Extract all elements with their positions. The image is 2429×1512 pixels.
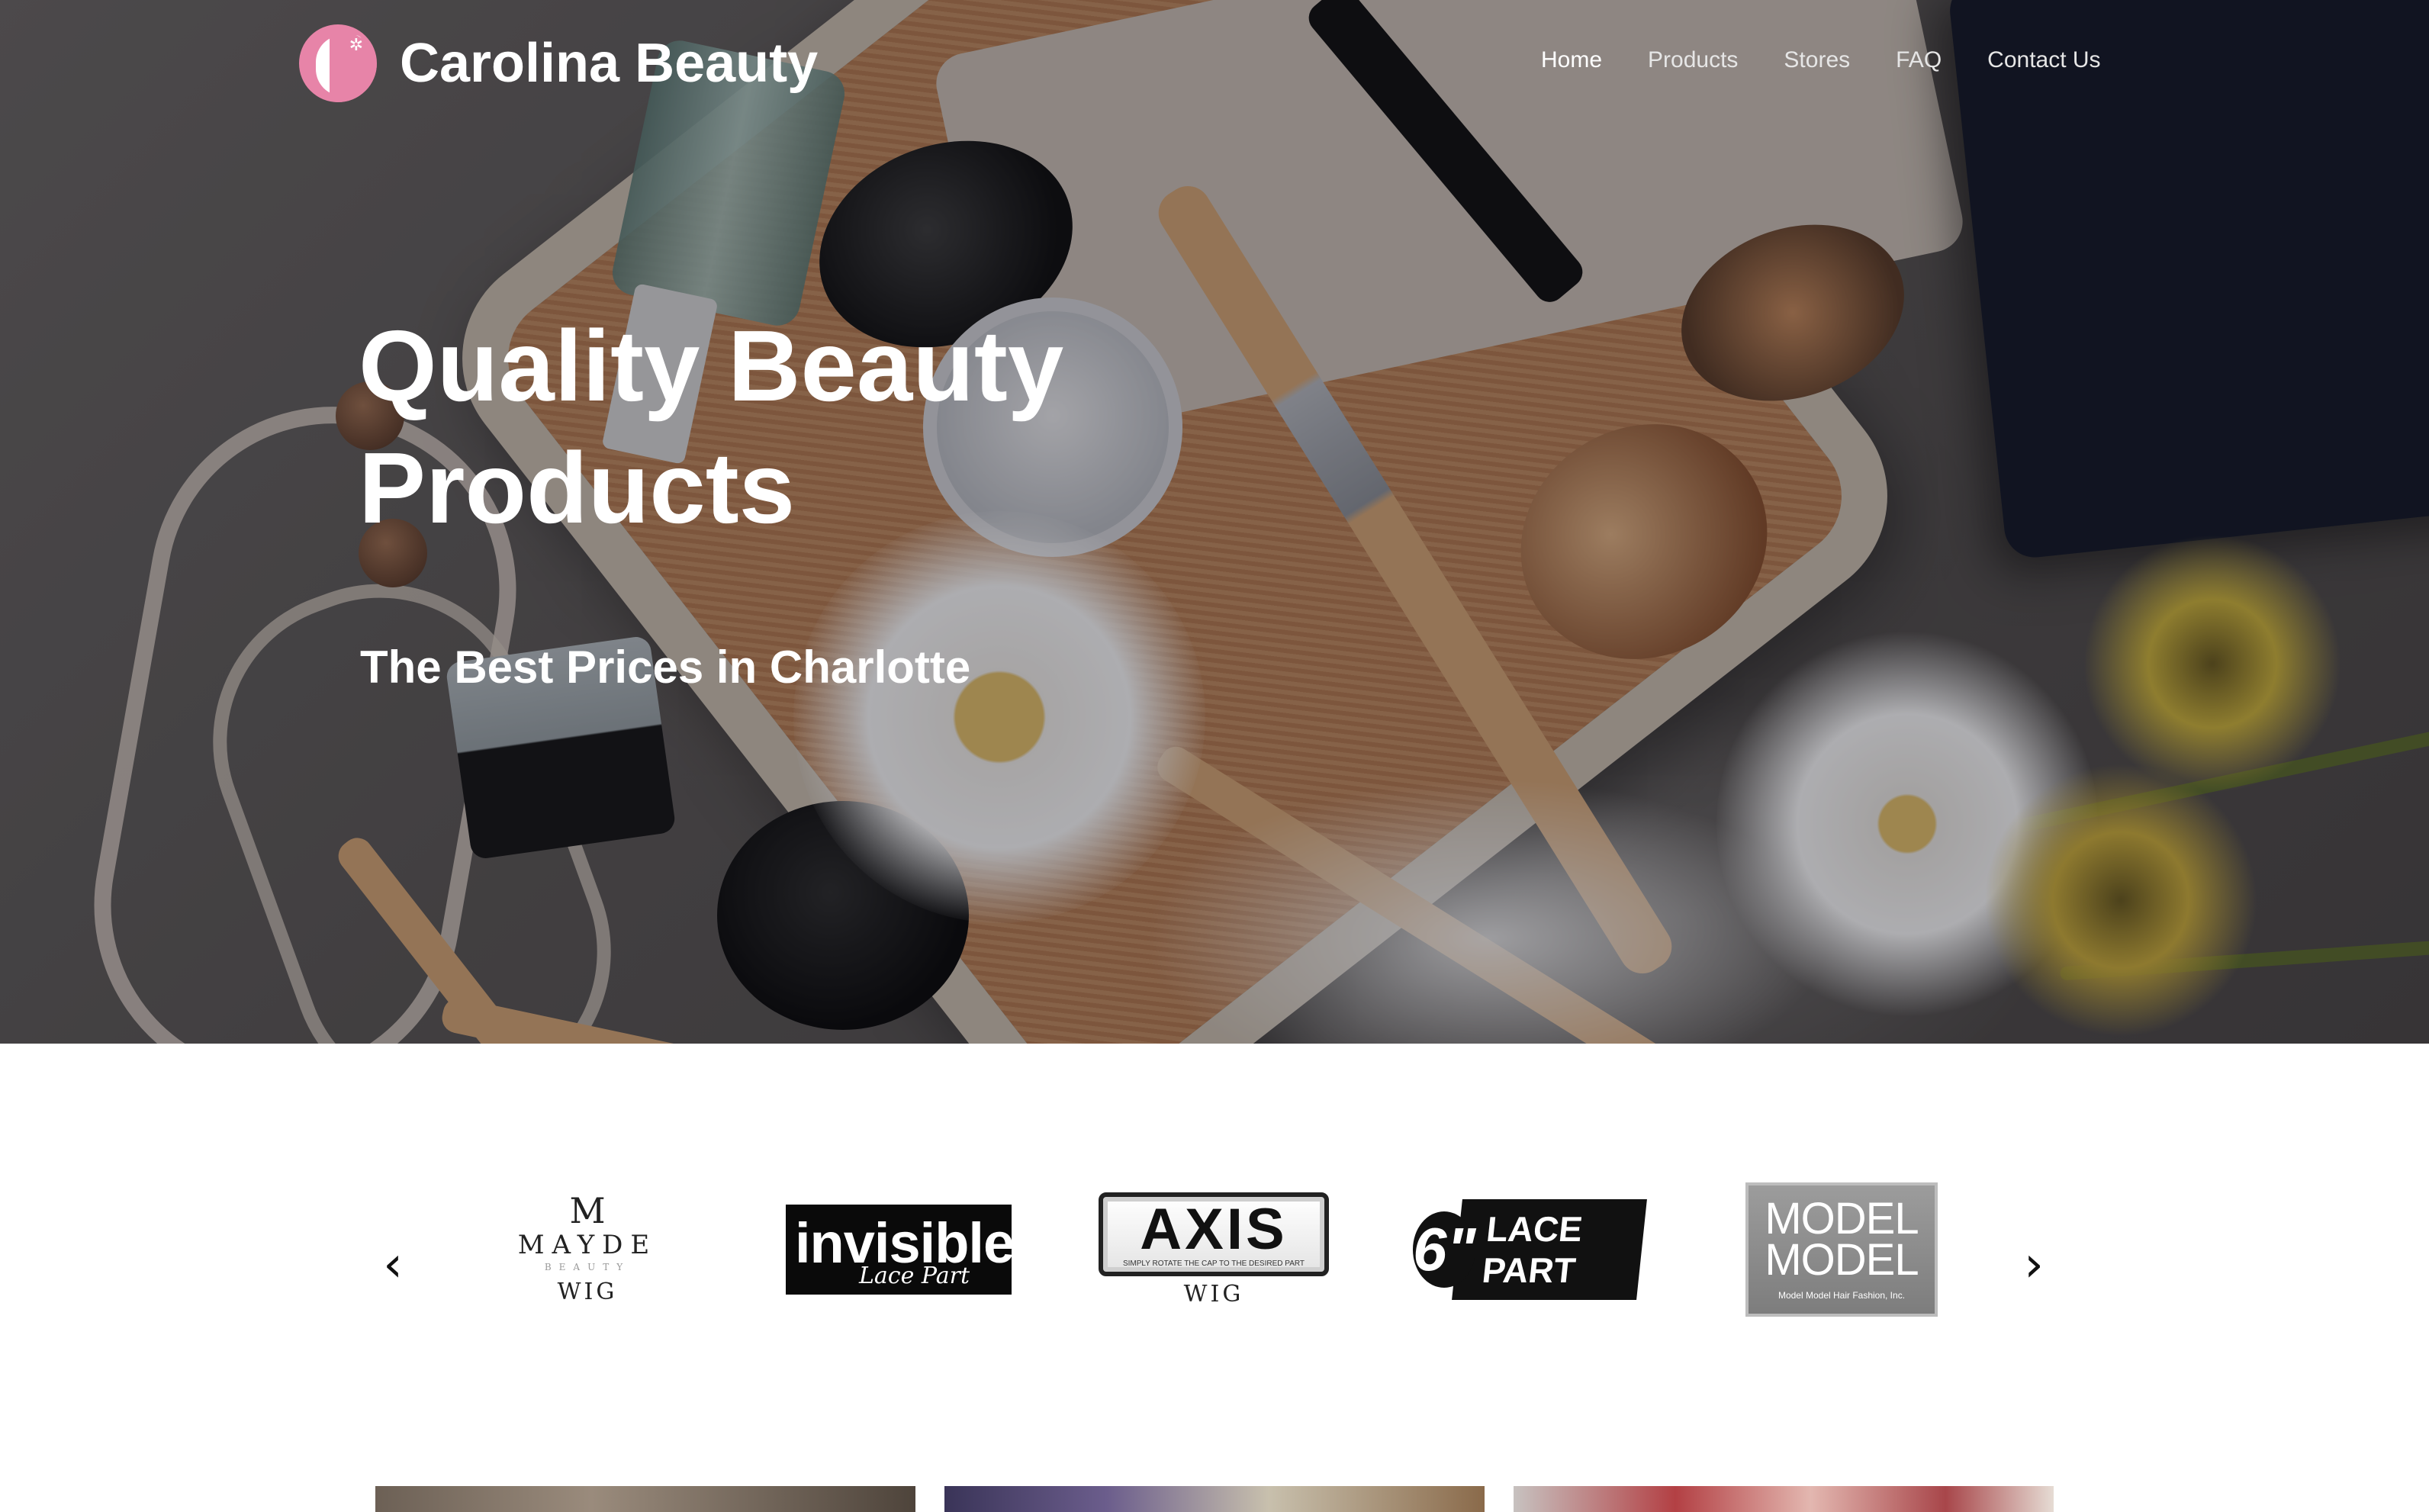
invisible-logo: invisible Lace Part bbox=[786, 1205, 1015, 1295]
lace-part-logo: 6" LACE PART bbox=[1413, 1199, 1647, 1300]
nav-contact-us[interactable]: Contact Us bbox=[1987, 47, 2100, 73]
brand-logo-axis[interactable]: AXIS SIMPLY ROTATE THE CAP TO THE DESIRE… bbox=[1099, 1173, 1329, 1326]
hero-section: ✲ Carolina Beauty Home Products Stores F… bbox=[0, 0, 2429, 1044]
hero-subtitle: The Best Prices in Charlotte bbox=[360, 642, 971, 693]
store-thumbnail[interactable] bbox=[944, 1486, 1485, 1512]
chevron-right-icon[interactable]: › bbox=[2019, 1240, 2049, 1289]
star-icon: ✲ bbox=[349, 35, 363, 54]
mayde-logo: Ⅿ MAYDE BEAUTY WIG bbox=[518, 1192, 658, 1308]
hero-title: Quality Beauty Products bbox=[359, 310, 1064, 544]
nav-stores[interactable]: Stores bbox=[1784, 47, 1850, 73]
lace-part-name: LACE PART bbox=[1452, 1199, 1647, 1300]
woman-silhouette-icon: ✲ bbox=[299, 24, 377, 102]
model-line2: MODEL bbox=[1765, 1235, 1919, 1285]
mayde-sub: BEAUTY bbox=[544, 1262, 631, 1272]
mayde-name: MAYDE bbox=[517, 1230, 658, 1260]
model-line1: MODEL bbox=[1765, 1194, 1919, 1243]
model-model-logo: MODEL MODEL Model Model Hair Fashion, In… bbox=[1745, 1182, 1938, 1317]
brand-logo-model-model[interactable]: MODEL MODEL Model Model Hair Fashion, In… bbox=[1744, 1173, 1939, 1326]
lace-part-prefix: 6" bbox=[1413, 1211, 1476, 1288]
store-thumbnail[interactable] bbox=[375, 1486, 915, 1512]
brand-logo-invisible[interactable]: invisible Lace Part bbox=[786, 1173, 1015, 1326]
nav-products[interactable]: Products bbox=[1648, 47, 1738, 73]
model-sub: Model Model Hair Fashion, Inc. bbox=[1778, 1290, 1906, 1301]
main-nav: Home Products Stores FAQ Contact Us bbox=[1541, 47, 2101, 73]
nav-home[interactable]: Home bbox=[1541, 47, 1602, 73]
axis-name: AXIS bbox=[1140, 1197, 1288, 1262]
axis-badge: AXIS SIMPLY ROTATE THE CAP TO THE DESIRE… bbox=[1099, 1192, 1329, 1276]
invisible-sub: Lace Part bbox=[859, 1263, 970, 1289]
axis-tagline: SIMPLY ROTATE THE CAP TO THE DESIRED PAR… bbox=[1122, 1259, 1305, 1268]
brand-logo-lace-part[interactable]: 6" LACE PART bbox=[1413, 1173, 1647, 1326]
axis-logo: AXIS SIMPLY ROTATE THE CAP TO THE DESIRE… bbox=[1099, 1192, 1329, 1308]
brands-carousel: ‹ Ⅿ MAYDE BEAUTY WIG invisible Lace Part… bbox=[0, 1044, 2429, 1471]
brand-name: Carolina Beauty bbox=[400, 33, 819, 94]
store-thumbnail[interactable] bbox=[1514, 1486, 2054, 1512]
mayde-monogram-icon: Ⅿ bbox=[569, 1190, 606, 1231]
site-logo[interactable]: ✲ Carolina Beauty bbox=[299, 24, 818, 102]
chevron-left-icon[interactable]: ‹ bbox=[378, 1240, 408, 1289]
axis-suffix: WIG bbox=[1183, 1280, 1244, 1308]
nav-faq[interactable]: FAQ bbox=[1896, 47, 1942, 73]
mayde-suffix: WIG bbox=[557, 1279, 618, 1305]
brand-logo-mayde[interactable]: Ⅿ MAYDE BEAUTY WIG bbox=[488, 1173, 687, 1326]
